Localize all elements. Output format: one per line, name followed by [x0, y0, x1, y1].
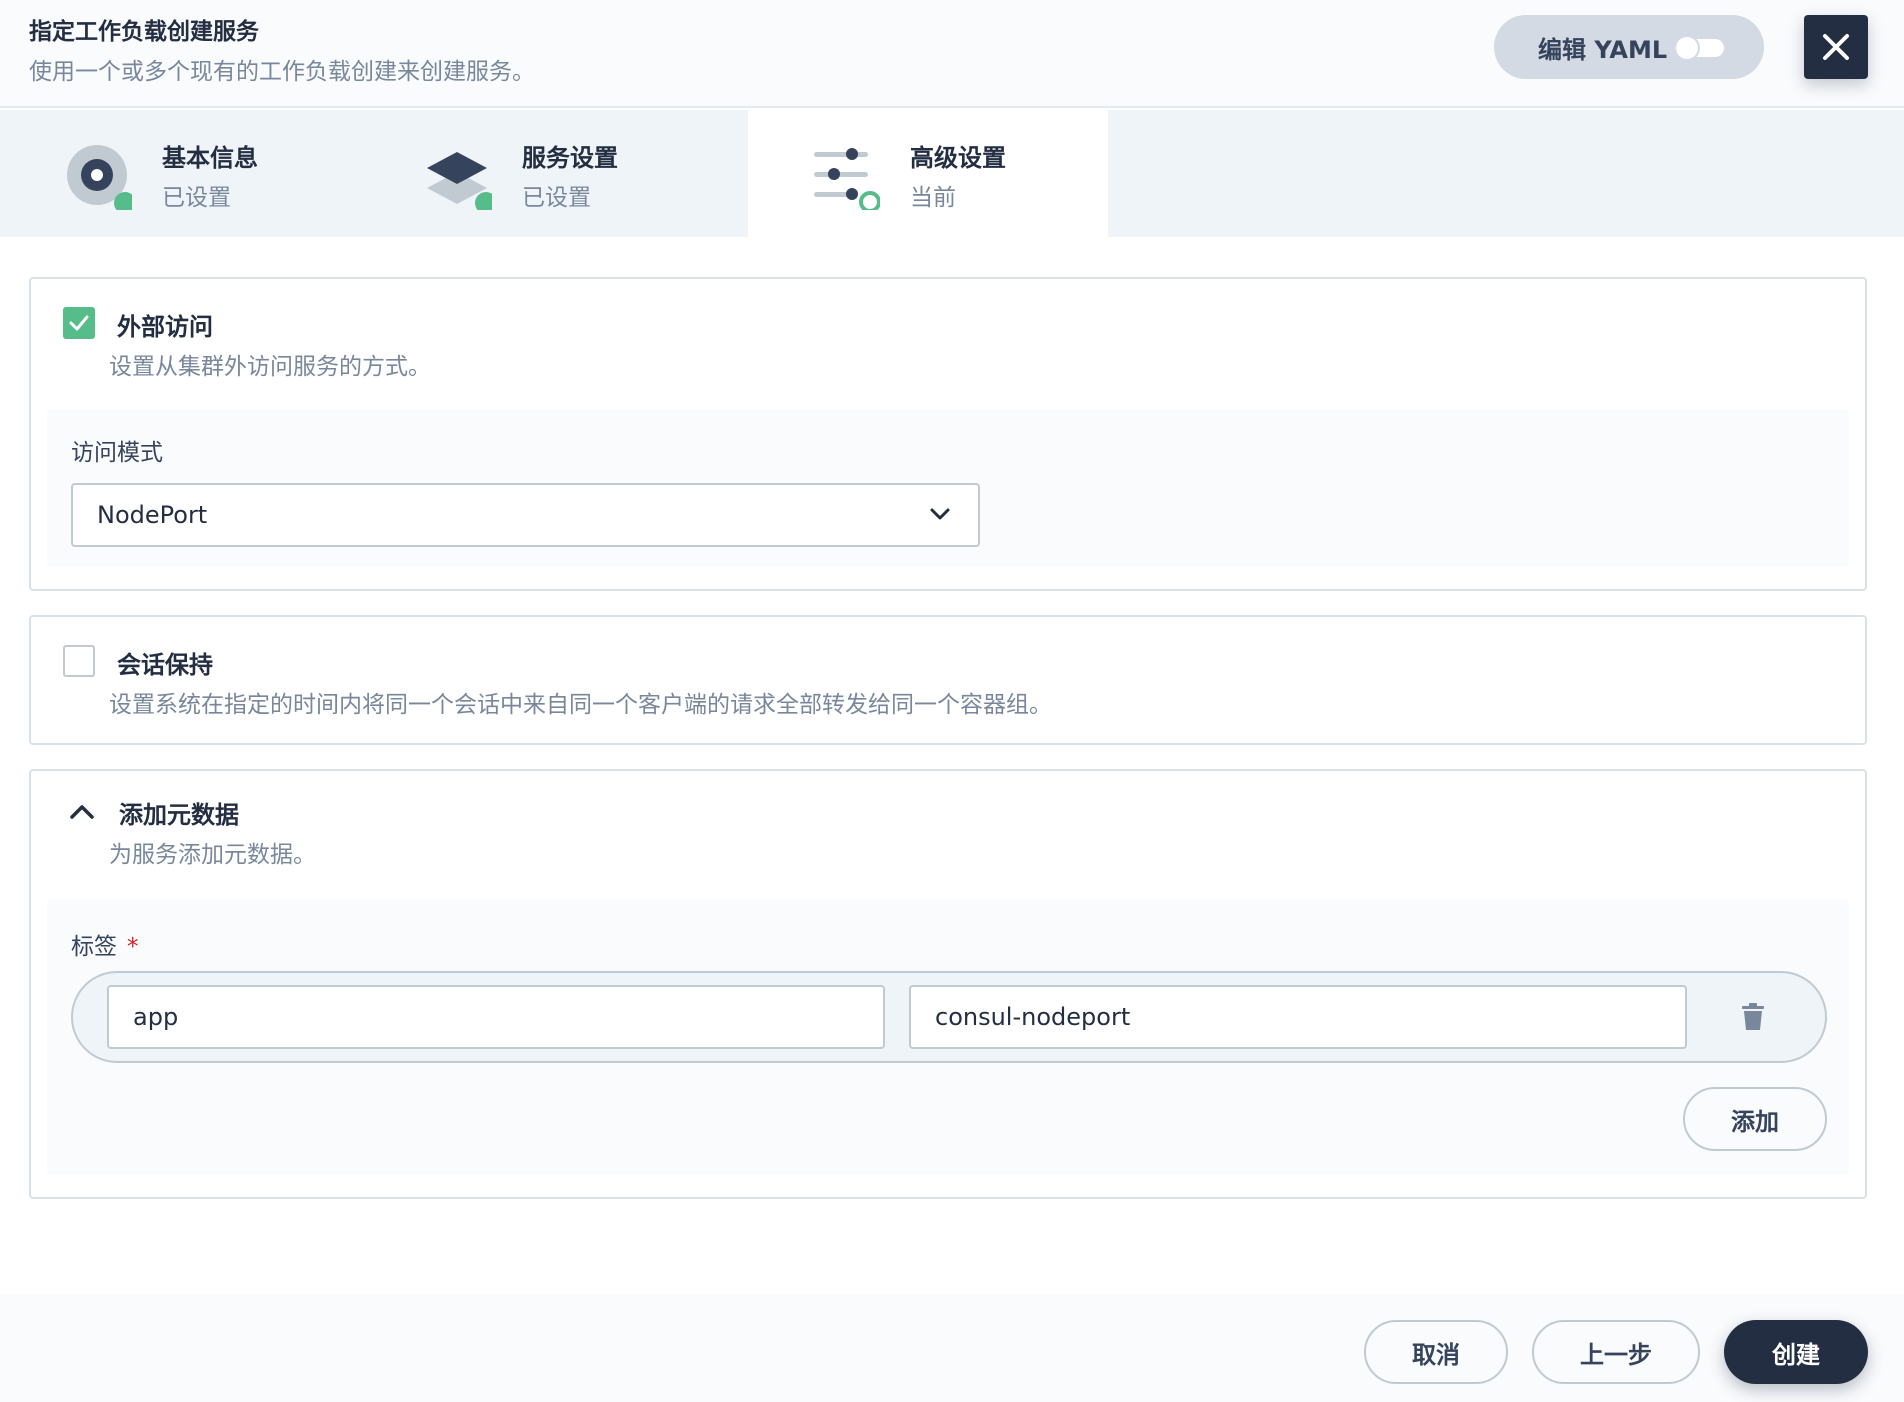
access-mode-value: NodePort: [97, 501, 208, 529]
label-value-input[interactable]: consul-nodeport: [909, 985, 1687, 1049]
close-button[interactable]: [1804, 15, 1868, 79]
chevron-down-icon: [930, 508, 950, 520]
step-basic-info[interactable]: 基本信息 已设置: [0, 110, 360, 237]
basic-info-icon: [67, 145, 132, 210]
access-mode-select[interactable]: NodePort: [71, 483, 980, 547]
cancel-button[interactable]: 取消: [1364, 1320, 1508, 1384]
step-service-settings[interactable]: 服务设置 已设置: [360, 110, 720, 237]
session-affinity-card: 会话保持 设置系统在指定的时间内将同一个会话中来自同一个客户端的请求全部转发给同…: [29, 615, 1867, 745]
step-status: 已设置: [522, 185, 591, 211]
chevron-up-icon[interactable]: [69, 803, 95, 821]
create-button[interactable]: 创建: [1724, 1320, 1868, 1384]
step-advanced-settings[interactable]: 高级设置 当前: [748, 110, 1108, 237]
session-affinity-checkbox[interactable]: [63, 645, 95, 677]
sliders-icon: [814, 148, 880, 210]
modal-footer: 取消 上一步 创建: [0, 1294, 1904, 1402]
toggle-switch-icon: [1674, 37, 1724, 59]
metadata-description: 为服务添加元数据。: [109, 842, 316, 868]
step-tabs: 基本信息 已设置 服务设置 已设置 高级设置 当前: [0, 110, 1904, 237]
step-title: 基本信息: [162, 144, 258, 172]
modal-subtitle: 使用一个或多个现有的工作负载创建来创建服务。: [29, 59, 535, 85]
session-affinity-title: 会话保持: [117, 651, 213, 679]
labels-label-text: 标签: [71, 934, 117, 960]
external-access-card: 外部访问 设置从集群外访问服务的方式。 访问模式 NodePort: [29, 277, 1867, 591]
previous-step-button[interactable]: 上一步: [1532, 1320, 1700, 1384]
step-title: 服务设置: [522, 144, 618, 172]
session-affinity-description: 设置系统在指定的时间内将同一个会话中来自同一个客户端的请求全部转发给同一个容器组…: [109, 692, 1052, 718]
access-mode-label: 访问模式: [71, 440, 163, 466]
access-mode-section: 访问模式 NodePort: [47, 409, 1849, 567]
modal-header: 指定工作负载创建服务 使用一个或多个现有的工作负载创建来创建服务。 编辑 YAM…: [0, 0, 1904, 108]
step-title: 高级设置: [910, 144, 1006, 172]
external-access-title: 外部访问: [117, 313, 213, 341]
step-status: 已设置: [162, 185, 231, 211]
modal-title: 指定工作负载创建服务: [29, 19, 259, 45]
labels-section: 标签 * app consul-nodeport 添加: [47, 899, 1849, 1175]
metadata-title: 添加元数据: [119, 801, 239, 829]
required-mark: *: [127, 934, 139, 960]
label-key-input[interactable]: app: [107, 985, 885, 1049]
external-access-checkbox[interactable]: [63, 307, 95, 339]
trash-icon[interactable]: [1741, 1003, 1765, 1031]
step-status: 当前: [910, 185, 956, 211]
layers-icon: [427, 152, 492, 210]
labels-label: 标签 *: [71, 927, 139, 961]
check-icon: [69, 315, 89, 331]
metadata-card: 添加元数据 为服务添加元数据。 标签 * app consul-nodeport …: [29, 769, 1867, 1199]
add-label-button[interactable]: 添加: [1683, 1087, 1827, 1151]
external-access-description: 设置从集群外访问服务的方式。: [109, 354, 431, 380]
close-icon: [1823, 34, 1849, 60]
edit-yaml-toggle[interactable]: 编辑 YAML: [1494, 15, 1764, 79]
label-row: app consul-nodeport: [71, 971, 1827, 1063]
edit-yaml-label: 编辑 YAML: [1538, 35, 1668, 64]
